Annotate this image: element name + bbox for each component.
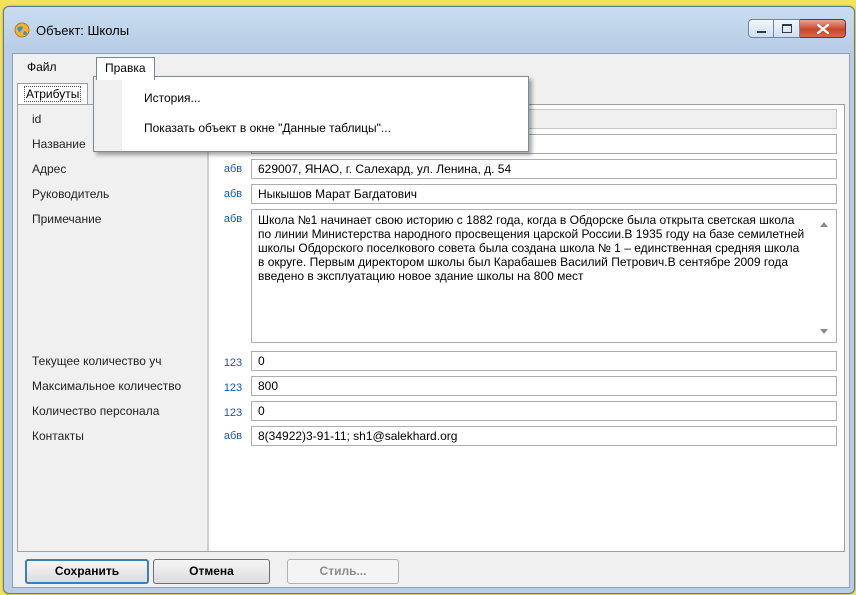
attr-label-note: Примечание	[32, 212, 102, 226]
close-button[interactable]	[800, 19, 846, 38]
minimize-button[interactable]	[748, 19, 774, 38]
style-button-label: Стиль...	[319, 564, 367, 578]
style-button[interactable]: Стиль...	[287, 559, 399, 584]
title-bar[interactable]: Объект: Школы	[4, 7, 854, 49]
scroll-up-icon[interactable]	[820, 222, 828, 227]
note-text: Школа №1 начинает свою историю с 1882 го…	[258, 213, 805, 283]
text-type-icon: абв	[223, 213, 243, 225]
menu-file[interactable]: Файл	[19, 58, 65, 76]
attr-field-current-count[interactable]: 0	[251, 351, 837, 371]
attr-label-director: Руководитель	[32, 187, 110, 201]
window-title: Объект: Школы	[36, 23, 130, 38]
menu-item-show-in-table[interactable]: Показать объект в окне "Данные таблицы".…	[144, 117, 391, 139]
attr-label-max-count: Максимальное количество	[32, 379, 182, 393]
attr-field-staff-count[interactable]: 0	[251, 401, 837, 421]
scroll-down-icon[interactable]	[820, 329, 828, 334]
attr-label-current-count: Текущее количество уч	[32, 354, 162, 368]
number-type-icon: 123	[223, 382, 243, 394]
globe-icon	[14, 22, 30, 38]
text-type-icon: абв	[223, 163, 243, 175]
save-button[interactable]: Сохранить	[25, 559, 149, 584]
attr-label-staff-count: Количество персонала	[32, 404, 160, 418]
attr-label-address: Адрес	[32, 162, 67, 176]
attr-field-max-count[interactable]: 800	[251, 376, 837, 396]
attr-field-note[interactable]: Школа №1 начинает свою историю с 1882 го…	[251, 209, 837, 343]
menu-edit[interactable]: Правка	[96, 57, 155, 80]
minimize-icon	[756, 31, 766, 33]
attr-label-contacts: Контакты	[32, 429, 84, 443]
edit-menu-dropdown: История... Показать объект в окне "Данны…	[93, 76, 529, 152]
attr-field-contacts[interactable]: 8(34922)3-91-11; sh1@salekhard.org	[251, 426, 837, 446]
tab-attributes-label: Атрибуты	[24, 86, 82, 102]
maximize-button[interactable]	[774, 19, 800, 38]
attr-field-director[interactable]: Ныкышов Марат Багдатович	[251, 184, 837, 204]
tab-attributes[interactable]: Атрибуты	[17, 83, 89, 105]
text-type-icon: абв	[223, 188, 243, 200]
attr-field-address[interactable]: 629007, ЯНАО, г. Салехард, ул. Ленина, д…	[251, 159, 837, 179]
number-type-icon: 123	[223, 407, 243, 419]
text-type-icon: абв	[223, 430, 243, 442]
attributes-panel: id Название абв МОУ СОШ №1 Адрес абв 629…	[17, 104, 845, 552]
close-icon	[816, 23, 829, 34]
number-type-icon: 123	[223, 357, 243, 369]
menu-gutter	[94, 77, 122, 151]
menu-item-history[interactable]: История...	[144, 87, 201, 109]
cancel-button[interactable]: Отмена	[153, 559, 270, 584]
maximize-icon	[781, 24, 792, 33]
